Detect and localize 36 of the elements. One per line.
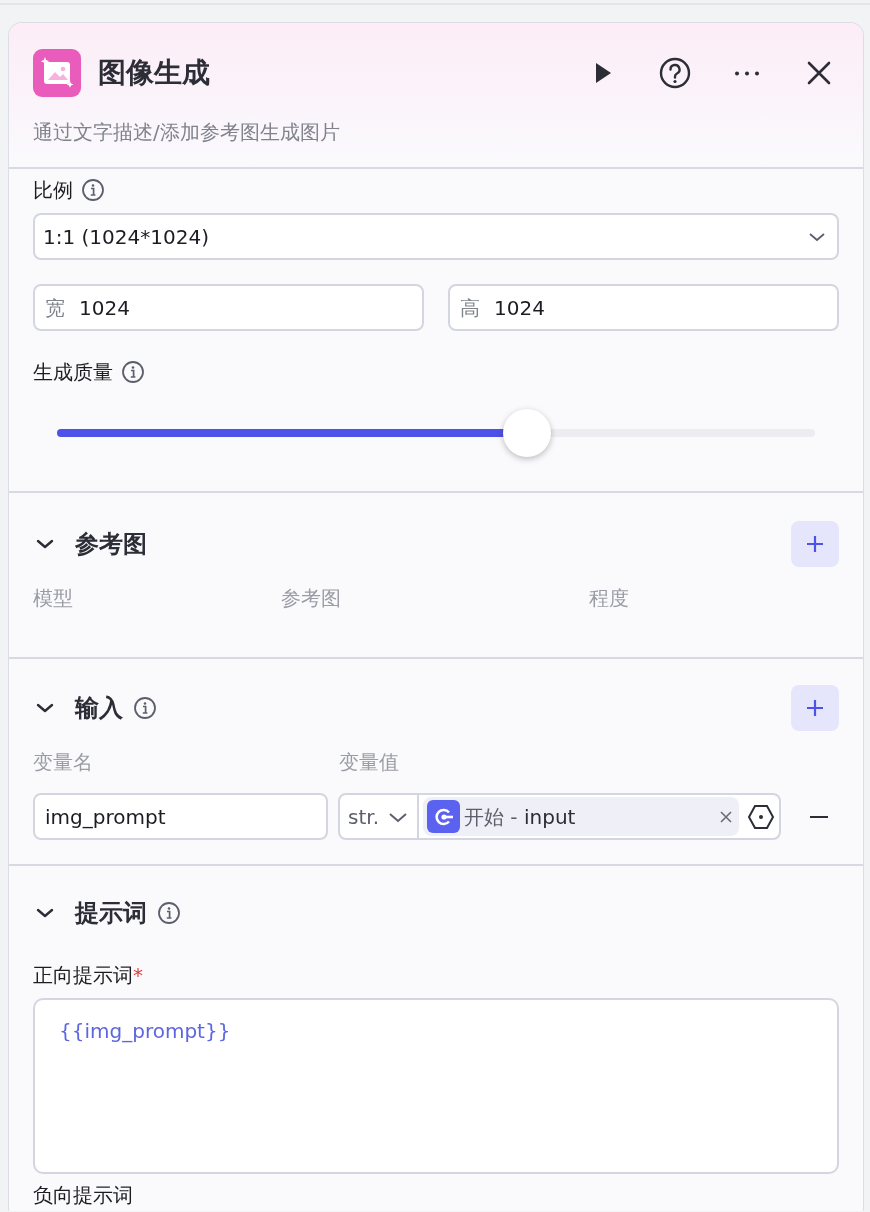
field-label: 比例 (33, 177, 73, 204)
variable-name-field[interactable]: img_prompt (33, 793, 328, 840)
prompt-textarea[interactable]: {{img_prompt}} (33, 998, 839, 1174)
add-button[interactable] (791, 685, 839, 731)
column-header: 程度 (589, 585, 629, 612)
column-header: 参考图 (281, 585, 342, 612)
size-field[interactable]: 宽 1024 (33, 284, 424, 331)
column-header: 变量名 (33, 749, 94, 776)
help-icon (658, 56, 692, 90)
column-header: 模型 (33, 585, 74, 612)
node-title: 图像生成 (98, 55, 210, 91)
info-icon[interactable] (133, 696, 157, 720)
info-icon[interactable] (81, 178, 105, 202)
field-label: 正向提示词* (33, 962, 144, 989)
ratio-select[interactable]: 1:1 (1024*1024) (33, 213, 839, 260)
image-icon (33, 49, 81, 97)
section-title: 输入 (75, 693, 123, 724)
plus-icon (804, 697, 826, 719)
more-icon (735, 70, 759, 76)
field-label: 负向提示词 (33, 1182, 134, 1209)
column-header: 变量值 (339, 749, 399, 776)
section-title: 提示词 (75, 898, 147, 929)
type-select[interactable]: str. (340, 795, 419, 838)
node-icon (427, 800, 460, 833)
field-label: 生成质量 (33, 359, 113, 386)
slider-thumb[interactable] (502, 409, 551, 457)
size-field[interactable]: 高 1024 (448, 284, 839, 331)
plus-icon (804, 533, 826, 555)
minus-icon (809, 814, 829, 819)
section-title: 参考图 (75, 529, 147, 560)
add-button[interactable] (791, 521, 839, 567)
info-icon[interactable] (121, 360, 145, 384)
clear-icon[interactable] (719, 809, 733, 824)
info-icon[interactable] (157, 901, 181, 925)
hexagon-icon[interactable] (747, 802, 775, 831)
node-description: 通过文字描述/添加参考图生成图片 (33, 119, 341, 146)
